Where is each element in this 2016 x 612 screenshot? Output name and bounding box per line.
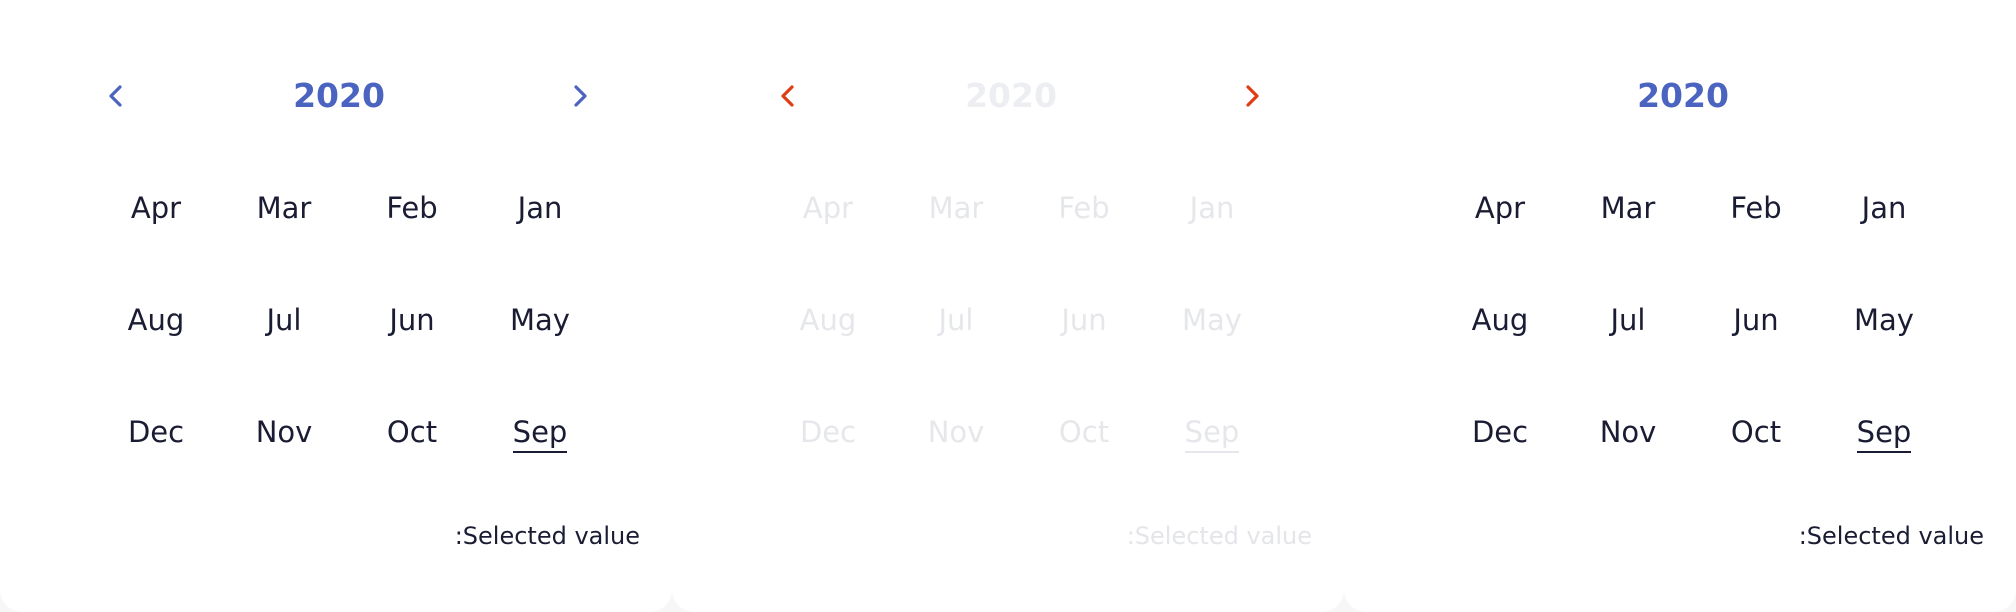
month-cell: Jan	[1189, 191, 1235, 225]
month-cell[interactable]: Feb	[356, 178, 468, 238]
month-cell: May	[1182, 303, 1242, 337]
picker-header: 2020	[1434, 70, 1954, 122]
month-cell[interactable]: Mar	[228, 178, 340, 238]
chevron-right-icon	[1246, 85, 1259, 107]
selected-value-label: :Selected value	[1798, 522, 1984, 550]
next-year-button[interactable]	[554, 70, 606, 122]
month-cell: Mar	[928, 191, 984, 225]
year-label[interactable]: 2020	[1624, 70, 1742, 122]
month-grid: Apr Mar Feb Jan Aug Jul Jun May Dec Nov …	[772, 178, 1284, 514]
month-cell: Oct	[1058, 415, 1110, 449]
picker-header: 2020	[762, 70, 1282, 122]
month-cell-selected[interactable]: Sep	[1828, 402, 1940, 462]
month-cell[interactable]: May	[484, 290, 596, 350]
month-cell[interactable]: Jun	[1700, 290, 1812, 350]
selected-value-label: :Selected value	[454, 522, 640, 550]
prev-year-button[interactable]	[762, 70, 814, 122]
year-label[interactable]: 2020	[280, 70, 398, 122]
chevron-left-icon	[109, 85, 122, 107]
year-label: 2020	[965, 76, 1057, 115]
month-cell[interactable]: Jan	[484, 178, 596, 238]
month-cell-selected[interactable]: Sep	[484, 402, 596, 462]
month-cell-selected: Sep	[1156, 402, 1268, 462]
month-cell[interactable]: Apr	[1444, 178, 1556, 238]
month-cell[interactable]: Dec	[1444, 402, 1556, 462]
month-picker-disabled: 2020 Apr Mar Feb Jan Aug Jul Jun May Dec…	[672, 0, 1344, 612]
chevron-left-icon	[781, 85, 794, 107]
month-cell[interactable]: May	[1828, 290, 1940, 350]
month-cell: Jul	[938, 303, 974, 337]
month-cell[interactable]: Nov	[1572, 402, 1684, 462]
month-cell[interactable]: Jul	[228, 290, 340, 350]
month-cell[interactable]: Aug	[100, 290, 212, 350]
month-cell: Nov	[927, 415, 985, 449]
month-cell: Aug	[799, 303, 857, 337]
month-cell: Jun	[1061, 303, 1107, 337]
month-grid: Apr Mar Feb Jan Aug Jul Jun May Dec Nov …	[100, 178, 612, 514]
month-grid: Apr Mar Feb Jan Aug Jul Jun May Dec Nov …	[1444, 178, 1956, 514]
month-cell[interactable]: Oct	[356, 402, 468, 462]
month-cell: Feb	[1058, 191, 1110, 225]
picker-header: 2020	[90, 70, 610, 122]
month-cell[interactable]: Nov	[228, 402, 340, 462]
month-cell[interactable]: Aug	[1444, 290, 1556, 350]
month-cell[interactable]: Dec	[100, 402, 212, 462]
month-cell[interactable]: Feb	[1700, 178, 1812, 238]
month-cell[interactable]: Jun	[356, 290, 468, 350]
month-picker-default: 2020 Apr Mar Feb Jan Aug Jul Jun May Dec…	[0, 0, 672, 612]
month-cell[interactable]: Oct	[1700, 402, 1812, 462]
next-year-button[interactable]	[1226, 70, 1278, 122]
selected-value-label: :Selected value	[1126, 522, 1312, 550]
month-cell[interactable]: Jan	[1828, 178, 1940, 238]
month-cell[interactable]: Mar	[1572, 178, 1684, 238]
prev-year-button[interactable]	[90, 70, 142, 122]
month-cell[interactable]: Jul	[1572, 290, 1684, 350]
month-picker-showcase: 2020 Apr Mar Feb Jan Aug Jul Jun May Dec…	[0, 0, 2016, 612]
month-picker-static: 2020 Apr Mar Feb Jan Aug Jul Jun May Dec…	[1344, 0, 2016, 612]
month-cell: Dec	[799, 415, 857, 449]
chevron-right-icon	[574, 85, 587, 107]
month-cell[interactable]: Apr	[100, 178, 212, 238]
month-cell: Apr	[802, 191, 854, 225]
